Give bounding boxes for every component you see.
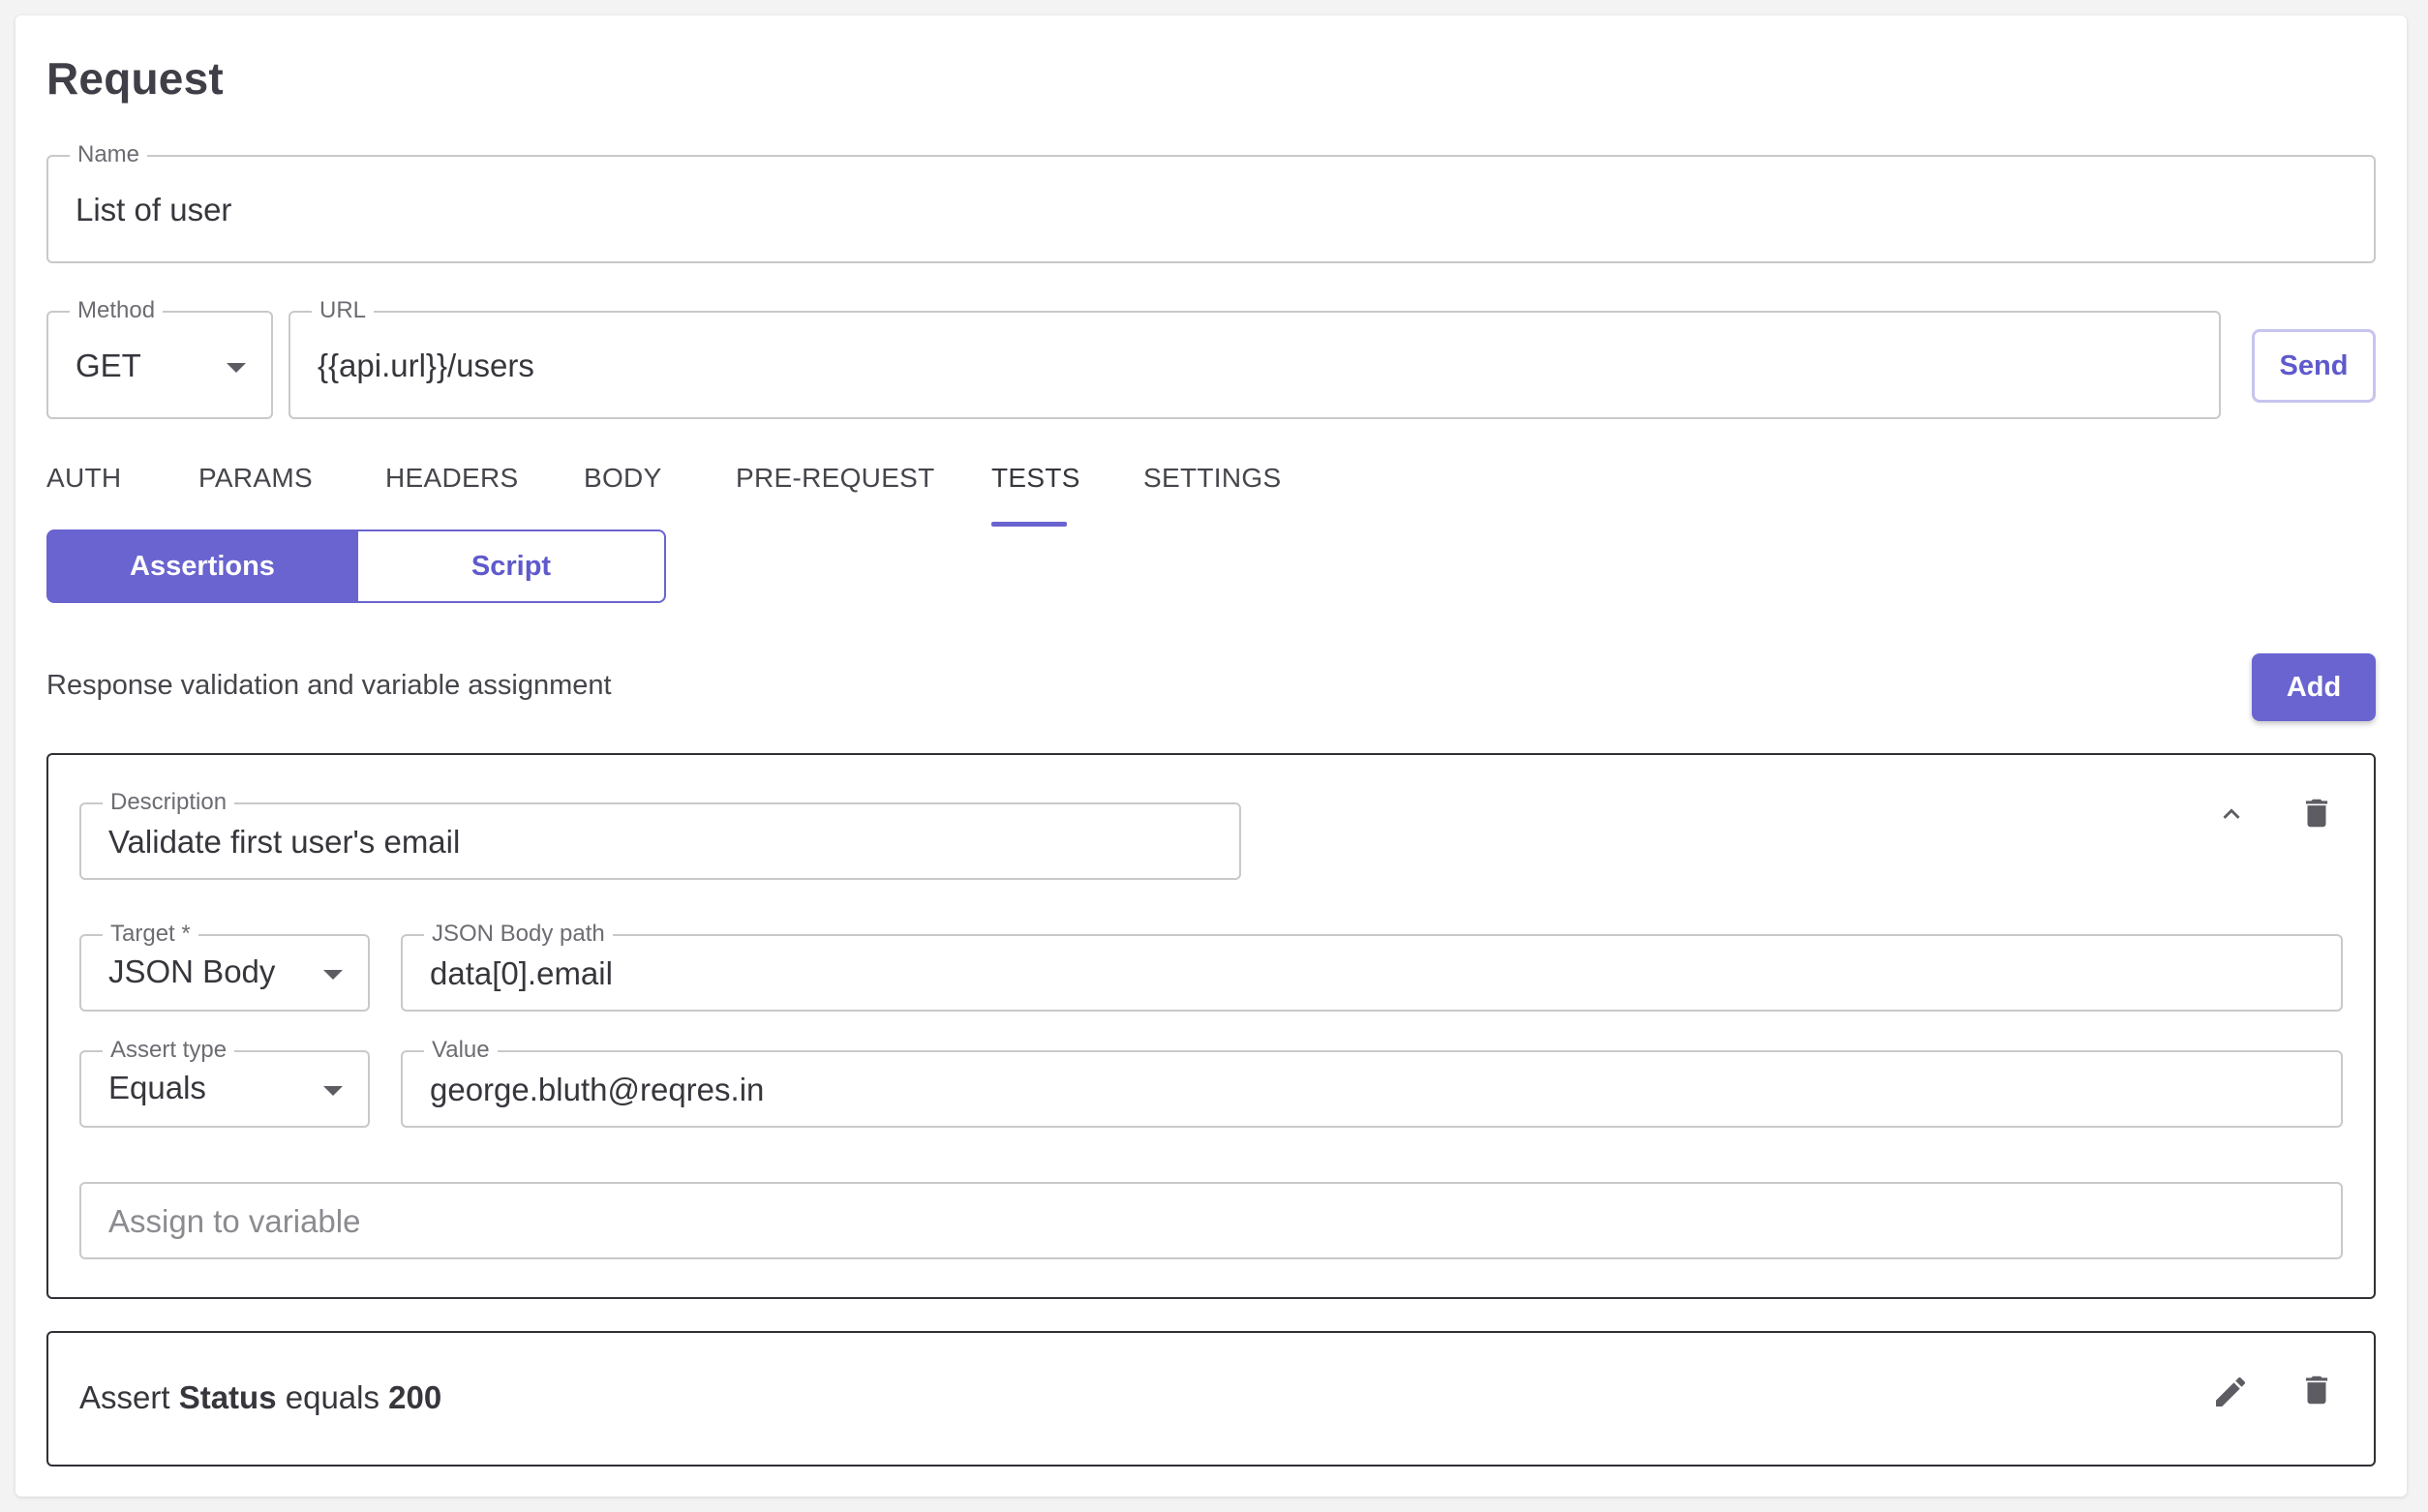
target-select[interactable]: Target * JSON Body	[79, 921, 370, 1012]
description-field[interactable]: Description Validate first user's email	[79, 789, 1241, 880]
summary-target: Status	[178, 1379, 277, 1415]
json-body-path-field[interactable]: JSON Body path data[0].email	[401, 921, 2343, 1012]
assert-type-select[interactable]: Assert type Equals	[79, 1037, 370, 1128]
description-field-label: Description	[103, 789, 235, 816]
tab-auth[interactable]: AUTH	[46, 463, 121, 494]
target-select-label: Target *	[103, 921, 198, 948]
chevron-up-icon[interactable]	[2215, 798, 2248, 831]
assertion-summary-text: Assert Status equals 200	[79, 1379, 441, 1416]
dropdown-caret-icon	[227, 363, 246, 373]
url-field-value: {{api.url}}/users	[318, 348, 534, 383]
target-select-value: JSON Body	[108, 953, 276, 989]
url-field[interactable]: URL {{api.url}}/users	[288, 297, 2221, 419]
add-assertion-button[interactable]: Add	[2252, 653, 2376, 721]
assert-type-select-label: Assert type	[103, 1037, 235, 1064]
tab-params[interactable]: PARAMS	[198, 463, 313, 494]
method-select[interactable]: Method GET	[46, 297, 273, 419]
dropdown-caret-icon	[323, 970, 343, 980]
delete-icon[interactable]	[2298, 794, 2335, 832]
script-toggle-button[interactable]: Script	[356, 529, 666, 603]
value-field[interactable]: Value george.bluth@reqres.in	[401, 1037, 2343, 1128]
delete-icon[interactable]	[2298, 1371, 2335, 1409]
assign-variable-placeholder: Assign to variable	[108, 1203, 361, 1239]
name-field[interactable]: Name List of user	[46, 141, 2376, 263]
summary-expected: 200	[388, 1379, 442, 1415]
active-tab-indicator	[991, 522, 1067, 527]
method-select-value: GET	[76, 348, 141, 383]
tab-tests[interactable]: TESTS	[991, 463, 1080, 494]
summary-prefix: Assert	[79, 1379, 170, 1415]
page-title: Request	[46, 53, 224, 104]
tab-settings[interactable]: SETTINGS	[1143, 463, 1281, 494]
tab-headers[interactable]: HEADERS	[385, 463, 518, 494]
json-body-path-label: JSON Body path	[424, 921, 613, 948]
json-body-path-value: data[0].email	[430, 955, 613, 991]
assertions-toggle-button[interactable]: Assertions	[46, 529, 358, 603]
name-field-label: Name	[70, 141, 148, 168]
value-field-value: george.bluth@reqres.in	[430, 1072, 765, 1107]
tab-body[interactable]: BODY	[584, 463, 662, 494]
edit-icon[interactable]	[2211, 1373, 2250, 1411]
tab-pre-request[interactable]: PRE-REQUEST	[736, 463, 935, 494]
method-select-label: Method	[70, 297, 164, 324]
url-field-label: URL	[312, 297, 375, 324]
assign-variable-input[interactable]: Assign to variable	[79, 1182, 2343, 1259]
value-field-label: Value	[424, 1037, 498, 1064]
description-field-value: Validate first user's email	[108, 824, 461, 860]
section-subtitle: Response validation and variable assignm…	[46, 670, 612, 701]
summary-operator: equals	[285, 1379, 379, 1415]
name-field-value: List of user	[76, 192, 232, 227]
dropdown-caret-icon	[323, 1086, 343, 1096]
assert-type-select-value: Equals	[108, 1070, 206, 1105]
send-button[interactable]: Send	[2252, 329, 2376, 403]
